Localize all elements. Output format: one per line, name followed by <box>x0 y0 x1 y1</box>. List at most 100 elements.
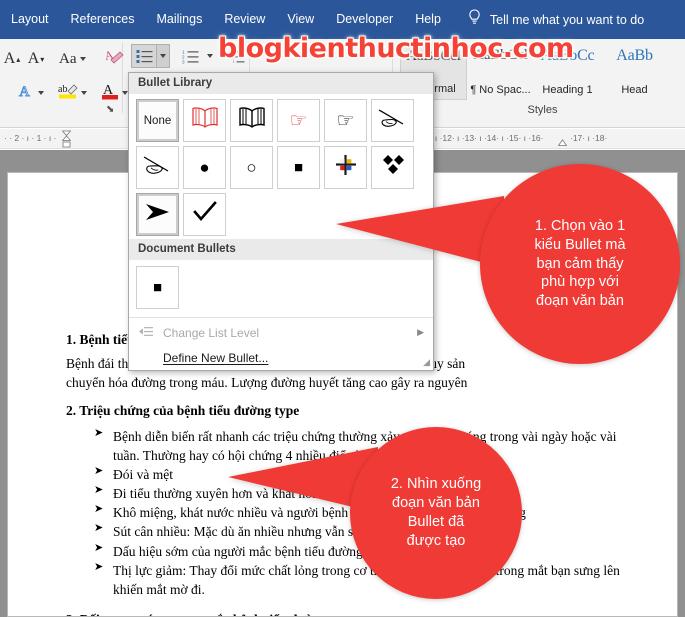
font-group-row-1: A ▴ A ▾ Aa A <box>0 46 127 72</box>
tell-me-box[interactable]: Tell me what you want to do <box>468 8 645 31</box>
callout-2-line: đoạn văn bản <box>392 495 480 512</box>
numbering-button[interactable]: 1 2 3 <box>177 44 203 68</box>
open-book-icon <box>237 105 267 136</box>
chevron-down-icon <box>206 54 213 58</box>
menu-item-label: Define New Bullet... <box>163 350 269 365</box>
doc-paragraph-1-line-2: chuyển hóa đường trong máu. Lượng đường … <box>66 375 468 391</box>
bullet-writing-hand-1[interactable] <box>371 99 414 142</box>
ribbon-tab-mailings[interactable]: Mailings <box>145 0 213 39</box>
ruler-right-labels: ·11· ı ·12· ı ·13· ı ·14· ı ·15· ı ·16· <box>418 133 544 143</box>
change-case-button[interactable]: Aa <box>56 46 89 72</box>
lightbulb-icon <box>468 8 481 31</box>
bullet-pointing-hand-black[interactable]: ☞ <box>324 99 367 142</box>
bullets-button[interactable] <box>131 44 157 68</box>
numbering-dropdown-toggle[interactable] <box>203 44 216 68</box>
svg-text:A: A <box>19 84 30 99</box>
writing-hand-icon <box>142 153 174 182</box>
bullet-pointing-hand-red[interactable]: ☞ <box>277 99 320 142</box>
style-preview: AaBb <box>616 47 653 64</box>
bullet-dropdown-menu: Change List Level ▶ Define New Bullet... <box>129 317 433 370</box>
change-case-label: Aa <box>59 50 77 67</box>
ribbon-tab-references[interactable]: References <box>60 0 146 39</box>
text-effects-icon: A <box>17 82 35 104</box>
shrink-font-label: A <box>27 50 40 67</box>
document-bullet-square[interactable]: ■ <box>136 266 179 309</box>
callout-2-text: 2. Nhìn xuống đoạn văn bản Bullet đã đượ… <box>381 475 491 551</box>
menu-item-label: Change List Level <box>163 325 260 340</box>
menu-item-define-new-bullet[interactable]: Define New Bullet... <box>129 345 433 370</box>
indent-list-icon <box>139 326 163 340</box>
bullet-arrowhead[interactable] <box>136 193 179 236</box>
filled-circle-icon: ● <box>199 158 210 177</box>
chevron-down-icon <box>38 91 44 95</box>
tell-me-label: Tell me what you want to do <box>489 12 645 27</box>
callout-1-text: 1. Chọn vào 1 kiểu Bullet mà bạn cảm thấ… <box>524 217 635 312</box>
callout-2-line: Bullet đã <box>407 514 465 530</box>
four-diamonds-icon <box>380 153 406 182</box>
bullet-open-book-black[interactable] <box>230 99 273 142</box>
resize-grip-icon[interactable]: ◢ <box>423 357 430 368</box>
font-dialog-launcher[interactable]: ⬊ <box>106 104 118 116</box>
highlighter-icon: ab <box>58 81 78 105</box>
callout-1-line: phù hợp với <box>541 274 619 291</box>
grow-font-caret-icon: ▴ <box>16 54 21 64</box>
pointing-hand-icon: ☞ <box>336 109 355 132</box>
clear-formatting-button[interactable]: A <box>101 46 127 72</box>
grow-font-label: A <box>3 50 16 67</box>
bullet-hollow-circle[interactable]: ○ <box>230 146 273 189</box>
grow-font-button[interactable]: A ▴ <box>0 46 24 72</box>
font-group-row-2: A ab A <box>0 80 131 106</box>
menu-item-change-list-level[interactable]: Change List Level ▶ <box>129 320 433 345</box>
open-book-icon <box>190 105 220 136</box>
pinwheel-icon <box>335 154 357 181</box>
bullet-filled-circle[interactable]: ● <box>183 146 226 189</box>
bullets-icon <box>136 49 152 63</box>
pointing-hand-icon: ☞ <box>289 109 308 132</box>
svg-text:ab: ab <box>58 84 67 95</box>
bullet-checkmark[interactable] <box>183 193 226 236</box>
text-highlight-color-button[interactable]: ab <box>55 80 90 106</box>
bullet-open-book-red[interactable] <box>183 99 226 142</box>
callout-2-line: 2. Nhìn xuống <box>390 476 482 493</box>
callout-1-line: 1. Chọn vào 1 <box>534 217 626 234</box>
numbering-icon: 1 2 3 <box>182 49 198 64</box>
svg-text:3: 3 <box>182 59 185 64</box>
style-card-heading-2[interactable]: AaBb Head <box>601 44 668 100</box>
bullet-filled-square[interactable]: ■ <box>277 146 320 189</box>
callout-1-line: kiểu Bullet mà <box>534 236 626 253</box>
indent-marker-icon[interactable] <box>61 130 72 148</box>
callout-1-line: đoạn văn bản <box>536 293 624 310</box>
bullet-writing-hand-2[interactable] <box>136 146 179 189</box>
hollow-circle-icon: ○ <box>246 158 257 177</box>
callout-1-line: bạn cảm thấy <box>536 255 624 272</box>
callout-bubble-2: 2. Nhìn xuống đoạn văn bản Bullet đã đượ… <box>350 427 522 599</box>
text-effects-button[interactable]: A <box>14 80 47 106</box>
filled-square-icon: ■ <box>293 159 304 176</box>
doc-heading-2: 2. Triệu chứng của bệnh tiểu đường type <box>66 403 300 419</box>
right-indent-marker-icon[interactable] <box>557 139 568 147</box>
ruler-left-labels: · · 2 · ı · 1 · ı · <box>4 133 57 143</box>
style-name: ¶ No Spac... <box>470 84 531 96</box>
callout-2-line: được tạo <box>406 532 466 549</box>
bullet-none[interactable]: None <box>136 99 179 142</box>
styles-group-label: Styles <box>527 104 558 116</box>
bullet-colored-pinwheel[interactable] <box>324 146 367 189</box>
bullet-four-diamonds[interactable] <box>371 146 414 189</box>
watermark-text: blogkienthuctinhoc.com <box>218 33 574 64</box>
chevron-down-icon <box>79 57 86 61</box>
bullets-dropdown-toggle[interactable] <box>157 44 170 68</box>
checkmark-icon <box>192 200 218 229</box>
font-color-icon: A <box>101 81 119 105</box>
ribbon-tab-layout[interactable]: Layout <box>0 0 60 39</box>
chevron-down-icon <box>81 91 87 95</box>
arrowhead-icon <box>144 200 172 229</box>
font-color-button[interactable]: A <box>98 80 131 106</box>
doc-heading-3: 3. Đối tượng có nguy cơ mắc bệnh tiểu đư… <box>66 610 626 616</box>
shrink-font-button[interactable]: A ▾ <box>24 46 48 72</box>
style-name: Head <box>621 84 648 96</box>
writing-hand-icon <box>377 106 409 135</box>
bullet-none-label: None <box>143 114 172 127</box>
chevron-down-icon <box>160 54 166 58</box>
callout-1-tail <box>336 196 504 268</box>
clear-formatting-icon: A <box>102 47 124 71</box>
